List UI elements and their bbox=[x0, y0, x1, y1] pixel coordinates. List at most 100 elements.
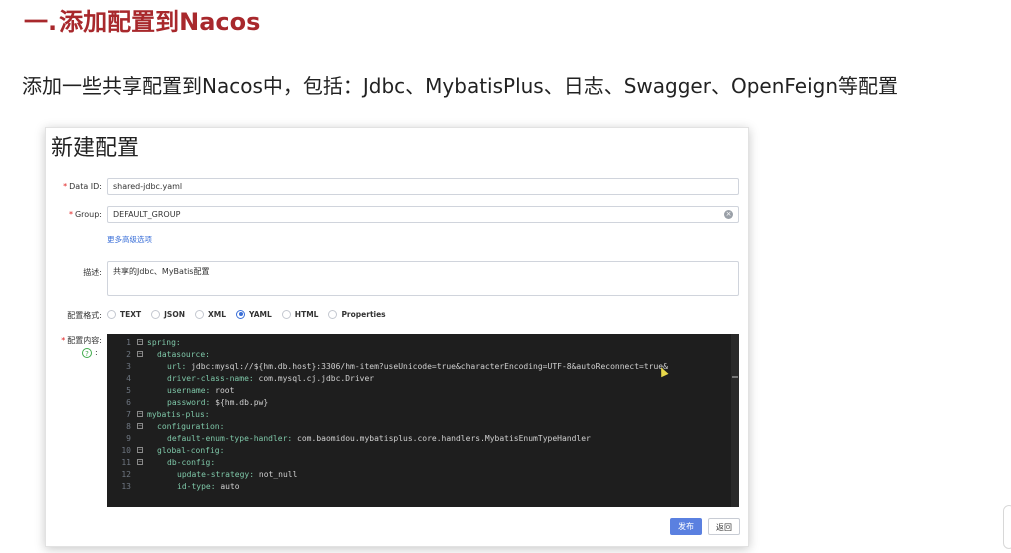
code-text: mybatis-plus: bbox=[147, 409, 210, 421]
line-number: 8 bbox=[126, 422, 131, 431]
line-number: 4 bbox=[126, 374, 131, 383]
yaml-value: not_null bbox=[254, 470, 298, 479]
code-line: 4 driver-class-name: com.mysql.cj.jdbc.Dr… bbox=[107, 373, 739, 385]
fold-toggle-icon[interactable]: − bbox=[137, 459, 143, 465]
line-number: 13 bbox=[121, 482, 131, 491]
format-option-json[interactable]: JSON bbox=[151, 309, 185, 319]
fold-toggle-icon[interactable]: − bbox=[137, 339, 143, 345]
yaml-value: jdbc:mysql://${hm.db.host}:3306/hm-item?… bbox=[186, 362, 668, 371]
code-line: 5 username: root bbox=[107, 385, 739, 397]
code-line: 7− mybatis-plus: bbox=[107, 409, 739, 421]
yaml-key: id-type: bbox=[177, 482, 216, 491]
format-option-html[interactable]: HTML bbox=[281, 309, 318, 319]
publish-button[interactable]: 发布 bbox=[670, 518, 702, 535]
yaml-key: driver-class-name: bbox=[167, 374, 254, 383]
yaml-key: username: bbox=[167, 386, 211, 395]
group-label: * Group: bbox=[68, 210, 102, 219]
intro-text: 添加一些共享配置到Nacos中，包括：Jdbc、MybatisPlus、日志、S… bbox=[22, 74, 899, 98]
radio-icon bbox=[281, 309, 291, 319]
help-colon: : bbox=[95, 348, 98, 357]
advanced-options-link[interactable]: 更多高级选项 bbox=[107, 234, 152, 245]
section-title: 添加配置到Nacos bbox=[59, 8, 261, 36]
code-text: db-config: bbox=[167, 457, 215, 469]
fold-toggle-icon[interactable]: − bbox=[137, 351, 143, 357]
group-value: DEFAULT_GROUP bbox=[113, 210, 181, 219]
format-label: 配置格式: bbox=[67, 311, 102, 320]
code-text: global-config: bbox=[157, 445, 224, 457]
radio-icon bbox=[328, 309, 338, 319]
code-text: username: root bbox=[167, 385, 234, 397]
code-line: 12 update-strategy: not_null bbox=[107, 469, 739, 481]
yaml-value: com.mysql.cj.jdbc.Driver bbox=[253, 374, 375, 383]
code-line: 9 default-enum-type-handler: com.baomidou… bbox=[107, 433, 739, 445]
line-number: 1 bbox=[126, 338, 131, 347]
code-line: 8− configuration: bbox=[107, 421, 739, 433]
scrollbar-thumb[interactable] bbox=[732, 376, 738, 378]
line-number: 10 bbox=[121, 446, 131, 455]
content-label: * 配置内容: bbox=[61, 336, 102, 345]
line-number: 5 bbox=[126, 386, 131, 395]
fold-toggle-icon[interactable]: − bbox=[137, 423, 143, 429]
code-text: datasource: bbox=[157, 349, 210, 361]
description-label: 描述: bbox=[83, 268, 102, 277]
editor-scrollbar[interactable] bbox=[731, 334, 739, 507]
clear-icon[interactable]: × bbox=[724, 210, 733, 219]
yaml-key: update-strategy: bbox=[177, 470, 255, 479]
help-icon[interactable]: ? bbox=[82, 348, 92, 358]
radio-icon bbox=[107, 309, 116, 319]
line-number: 7 bbox=[126, 410, 131, 419]
dialog-title: 新建配置 bbox=[51, 136, 140, 161]
radio-icon bbox=[151, 309, 161, 319]
data-id-input[interactable]: shared-jdbc.yaml bbox=[107, 178, 739, 195]
line-number: 9 bbox=[126, 434, 131, 443]
code-line: 6 password: ${hm.db.pw} bbox=[107, 397, 739, 409]
code-line: 10− global-config: bbox=[107, 445, 739, 457]
format-option-xml[interactable]: XML bbox=[195, 309, 226, 319]
back-button[interactable]: 返回 bbox=[708, 518, 740, 535]
edge-widget bbox=[1003, 505, 1011, 549]
new-config-dialog: 新建配置 * Data ID: shared-jdbc.yaml * Group: … bbox=[45, 127, 749, 547]
group-input[interactable]: DEFAULT_GROUP × bbox=[107, 206, 739, 223]
format-option-text[interactable]: TEXT bbox=[107, 309, 141, 319]
description-textarea[interactable]: 共享的Jdbc、MyBatis配置 bbox=[107, 261, 739, 296]
radio-selected-icon bbox=[236, 309, 246, 319]
format-radio-group: TEXT JSON XML YAML HTML Properties bbox=[107, 307, 396, 321]
yaml-value: root bbox=[210, 386, 235, 395]
fold-toggle-icon[interactable]: − bbox=[137, 411, 143, 417]
code-line: 11− db-config: bbox=[107, 457, 739, 469]
data-id-label: * Data ID: bbox=[63, 182, 102, 191]
code-text: default-enum-type-handler: com.baomidou.… bbox=[167, 433, 591, 445]
yaml-key: datasource: bbox=[157, 350, 210, 359]
code-text: url: jdbc:mysql://${hm.db.host}:3306/hm-… bbox=[167, 361, 668, 373]
code-text: password: ${hm.db.pw} bbox=[167, 397, 268, 409]
line-number: 11 bbox=[121, 458, 131, 467]
code-line: 2− datasource: bbox=[107, 349, 739, 361]
code-text: spring: bbox=[147, 337, 181, 349]
yaml-key: configuration: bbox=[157, 422, 225, 431]
code-line: 13 id-type: auto bbox=[107, 481, 739, 493]
line-number: 2 bbox=[126, 350, 131, 359]
yaml-value: auto bbox=[215, 482, 240, 491]
code-text: driver-class-name: com.mysql.cj.jdbc.Dri… bbox=[167, 373, 374, 385]
section-heading: 一.添加配置到Nacos bbox=[24, 2, 260, 37]
line-number: 6 bbox=[126, 398, 131, 407]
code-text: id-type: auto bbox=[177, 481, 240, 493]
code-text: update-strategy: not_null bbox=[177, 469, 297, 481]
code-editor[interactable]: 1− spring: 2− datasource: 3 url: jdbc:mysql:/… bbox=[107, 334, 739, 507]
yaml-key: mybatis-plus: bbox=[147, 410, 210, 419]
yaml-key: password: bbox=[167, 398, 211, 407]
yaml-value: com.baomidou.mybatisplus.core.handlers.M… bbox=[292, 434, 591, 443]
yaml-key: global-config: bbox=[157, 446, 225, 455]
code-line: 1− spring: bbox=[107, 337, 739, 349]
yaml-key: db-config: bbox=[167, 458, 216, 467]
format-option-properties[interactable]: Properties bbox=[328, 309, 386, 319]
yaml-key: spring: bbox=[147, 338, 181, 347]
format-option-yaml[interactable]: YAML bbox=[236, 309, 272, 319]
line-number: 12 bbox=[121, 470, 131, 479]
line-number: 3 bbox=[126, 362, 131, 371]
fold-toggle-icon[interactable]: − bbox=[137, 447, 143, 453]
yaml-key: default-enum-type-handler: bbox=[167, 434, 293, 443]
code-line: 3 url: jdbc:mysql://${hm.db.host}:3306/hm… bbox=[107, 361, 739, 373]
section-number: 一. bbox=[24, 8, 58, 36]
yaml-value: ${hm.db.pw} bbox=[210, 398, 269, 407]
